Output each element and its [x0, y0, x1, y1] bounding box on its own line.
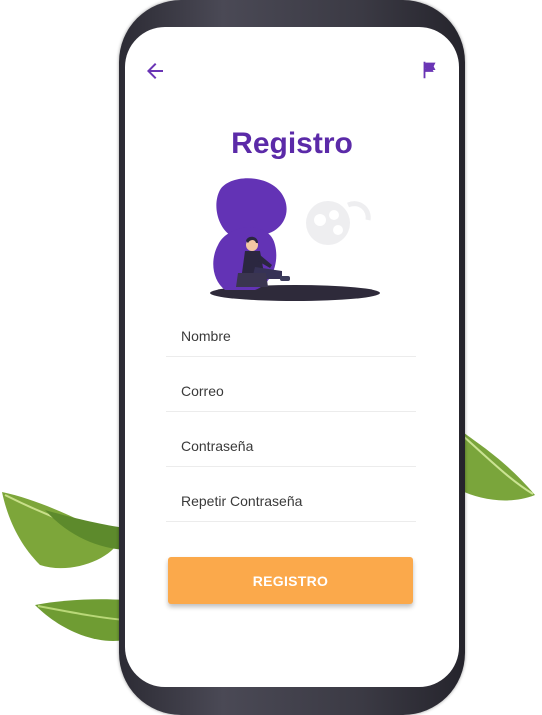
leaf-right: [460, 430, 535, 501]
name-input[interactable]: [166, 302, 416, 356]
registration-illustration: [210, 178, 380, 301]
top-bar: [125, 27, 459, 107]
password-field: [166, 412, 416, 467]
email-input[interactable]: [166, 357, 416, 411]
illustration-blob-top: [216, 178, 287, 236]
password-input[interactable]: [166, 412, 416, 466]
flag-icon[interactable]: [419, 59, 441, 81]
register-form: [166, 302, 416, 522]
illustration-ghost: [306, 201, 371, 245]
arrow-left-icon[interactable]: [143, 59, 167, 83]
stage: Registro Nombre Correo REGISTRO: [0, 0, 542, 715]
leaf-left-lower: [35, 599, 125, 641]
repeat-password-input[interactable]: [166, 467, 416, 521]
email-field: [166, 357, 416, 412]
page-title: Registro: [231, 127, 353, 160]
repeat-password-field: [166, 467, 416, 522]
phone-screen: Registro Nombre Correo REGISTRO: [125, 27, 459, 687]
name-field: [166, 302, 416, 357]
register-button[interactable]: REGISTRO: [168, 557, 413, 604]
